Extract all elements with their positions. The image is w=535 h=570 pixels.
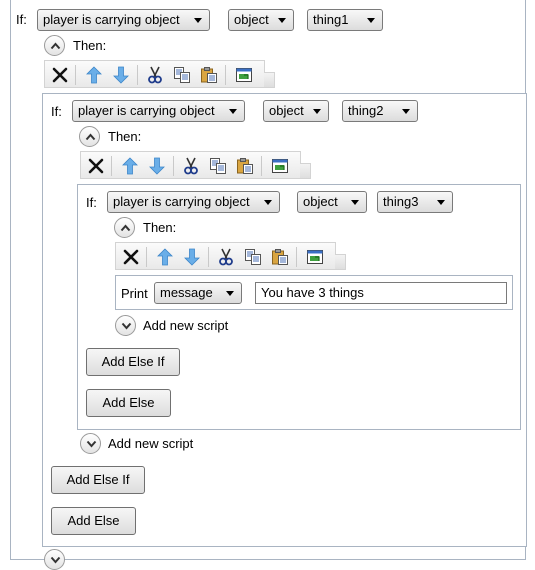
script-toolbar-level1 bbox=[44, 60, 275, 88]
type-dropdown-level1[interactable]: object bbox=[228, 9, 294, 31]
add-else-button[interactable]: Add Else bbox=[86, 389, 171, 417]
add-else-if-button[interactable]: Add Else If bbox=[86, 348, 180, 376]
script-toolbar-level2 bbox=[80, 151, 311, 179]
then-label: Then: bbox=[108, 129, 142, 144]
then-label: Then: bbox=[143, 220, 177, 235]
type-dropdown-level3[interactable]: object bbox=[297, 191, 367, 213]
chevron-down-icon bbox=[278, 18, 286, 23]
move-down-icon[interactable] bbox=[148, 157, 166, 175]
print-mode-dropdown[interactable]: message bbox=[154, 282, 242, 304]
move-up-icon[interactable] bbox=[121, 157, 139, 175]
type-dropdown-level2[interactable]: object bbox=[263, 100, 329, 122]
chevron-down-icon bbox=[50, 556, 61, 564]
chevron-up-icon bbox=[120, 224, 131, 232]
popout-icon[interactable] bbox=[235, 66, 253, 84]
chevron-down-icon bbox=[194, 18, 202, 23]
object-dropdown-level1[interactable]: thing1 bbox=[307, 9, 383, 31]
condition-dropdown-level1[interactable]: player is carrying object bbox=[37, 9, 210, 31]
move-down-icon[interactable] bbox=[112, 66, 130, 84]
script-toolbar-level3 bbox=[115, 242, 346, 270]
popout-icon[interactable] bbox=[306, 248, 324, 266]
delete-icon[interactable] bbox=[122, 248, 140, 266]
add-new-script-link[interactable]: Add new script bbox=[108, 436, 193, 452]
popout-icon[interactable] bbox=[271, 157, 289, 175]
object-value: thing1 bbox=[313, 12, 349, 27]
chevron-down-icon bbox=[229, 109, 237, 114]
object-value: thing2 bbox=[348, 103, 384, 118]
add-else-if-button[interactable]: Add Else If bbox=[51, 466, 145, 494]
chevron-down-icon bbox=[437, 200, 445, 205]
add-new-script-expand-button[interactable] bbox=[44, 549, 65, 570]
chevron-up-icon bbox=[50, 42, 61, 50]
collapse-then-button[interactable] bbox=[114, 217, 135, 238]
type-value: object bbox=[303, 194, 338, 209]
toolbar-overflow-icon[interactable] bbox=[300, 163, 311, 179]
then-label: Then: bbox=[73, 38, 107, 53]
chevron-down-icon bbox=[226, 291, 234, 296]
condition-dropdown-level3[interactable]: player is carrying object bbox=[107, 191, 280, 213]
print-message-input[interactable]: You have 3 things bbox=[255, 282, 507, 304]
script-editor: If: player is carrying object object thi… bbox=[0, 0, 535, 570]
copy-icon[interactable] bbox=[209, 157, 227, 175]
cut-icon[interactable] bbox=[146, 66, 164, 84]
condition-value: player is carrying object bbox=[43, 12, 180, 27]
collapse-then-button[interactable] bbox=[79, 126, 100, 147]
chevron-down-icon bbox=[367, 18, 375, 23]
paste-icon[interactable] bbox=[271, 248, 289, 266]
copy-icon[interactable] bbox=[173, 66, 191, 84]
if-label: If: bbox=[51, 104, 62, 119]
add-new-script-link[interactable]: Add new script bbox=[143, 318, 228, 334]
delete-icon[interactable] bbox=[51, 66, 69, 84]
cut-icon[interactable] bbox=[182, 157, 200, 175]
chevron-down-icon bbox=[313, 109, 321, 114]
move-down-icon[interactable] bbox=[183, 248, 201, 266]
chevron-up-icon bbox=[85, 133, 96, 141]
if-label: If: bbox=[16, 12, 27, 27]
condition-value: player is carrying object bbox=[78, 103, 215, 118]
object-dropdown-level2[interactable]: thing2 bbox=[342, 100, 418, 122]
paste-icon[interactable] bbox=[200, 66, 218, 84]
chevron-down-icon bbox=[86, 440, 97, 448]
object-value: thing3 bbox=[383, 194, 419, 209]
paste-icon[interactable] bbox=[236, 157, 254, 175]
toolbar-overflow-icon[interactable] bbox=[335, 254, 346, 270]
add-new-script-expand-button[interactable] bbox=[80, 433, 101, 454]
chevron-down-icon bbox=[121, 322, 132, 330]
delete-icon[interactable] bbox=[87, 157, 105, 175]
object-dropdown-level3[interactable]: thing3 bbox=[377, 191, 453, 213]
print-mode-value: message bbox=[160, 285, 213, 300]
add-else-button[interactable]: Add Else bbox=[51, 507, 136, 535]
type-value: object bbox=[234, 12, 269, 27]
collapse-then-button[interactable] bbox=[44, 35, 65, 56]
add-new-script-expand-button[interactable] bbox=[115, 315, 136, 336]
condition-dropdown-level2[interactable]: player is carrying object bbox=[72, 100, 245, 122]
chevron-down-icon bbox=[402, 109, 410, 114]
print-label: Print bbox=[121, 286, 148, 301]
cut-icon[interactable] bbox=[217, 248, 235, 266]
toolbar-overflow-icon[interactable] bbox=[264, 72, 275, 88]
type-value: object bbox=[269, 103, 304, 118]
chevron-down-icon bbox=[264, 200, 272, 205]
move-up-icon[interactable] bbox=[85, 66, 103, 84]
condition-value: player is carrying object bbox=[113, 194, 250, 209]
copy-icon[interactable] bbox=[244, 248, 262, 266]
move-up-icon[interactable] bbox=[156, 248, 174, 266]
chevron-down-icon bbox=[351, 200, 359, 205]
if-label: If: bbox=[86, 195, 97, 210]
